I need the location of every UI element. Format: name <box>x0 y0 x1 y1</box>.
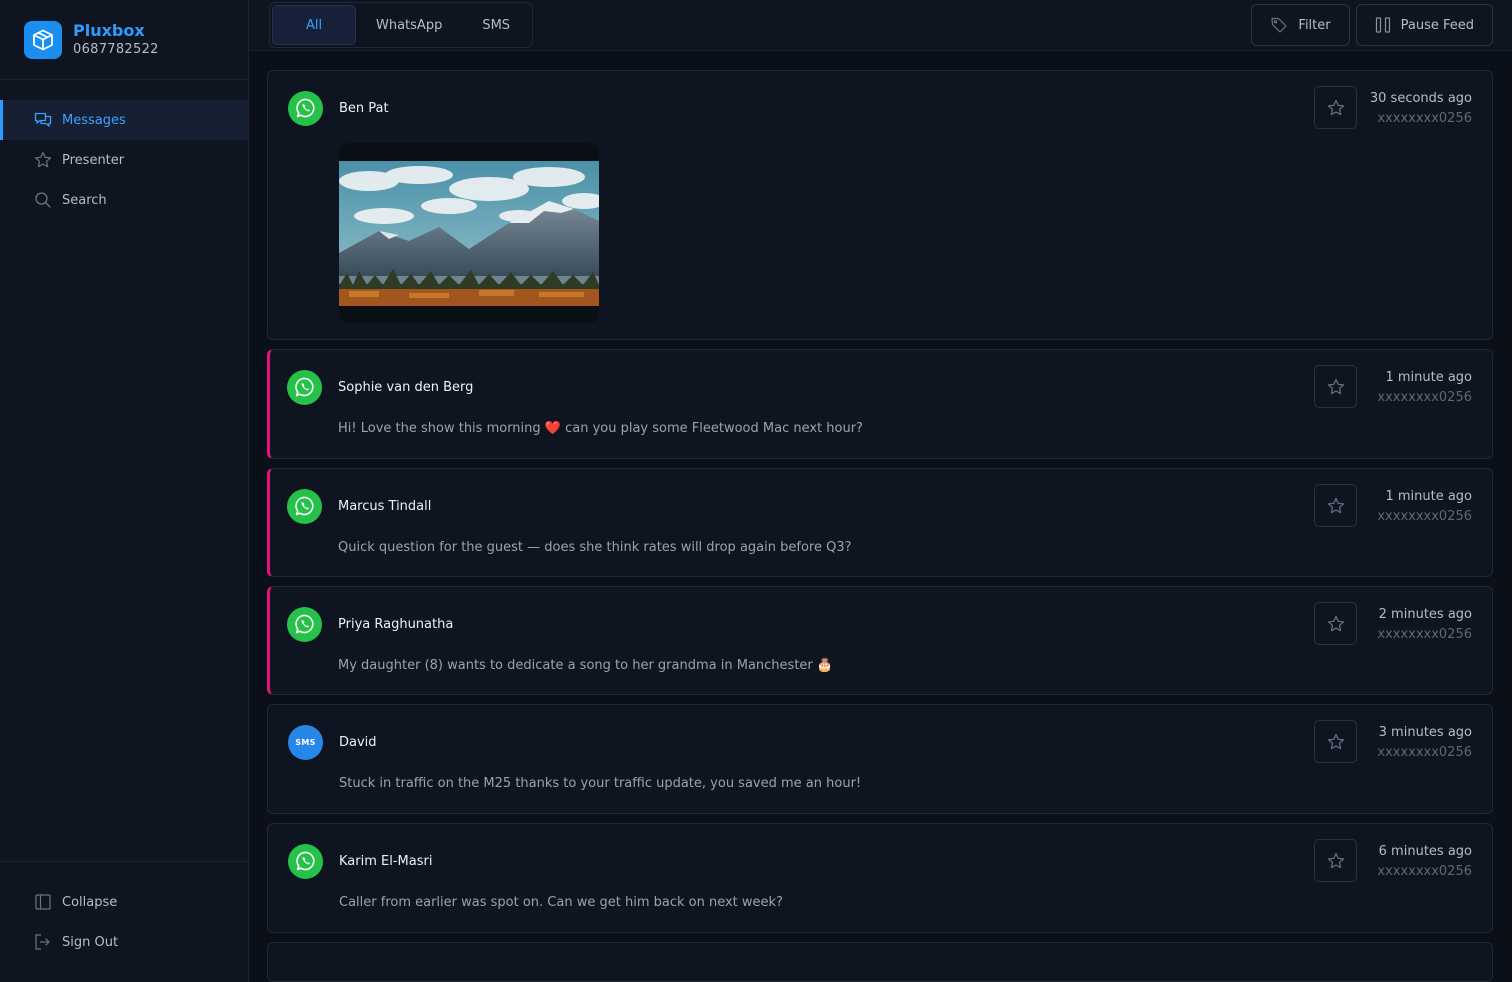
sender-name: Priya Raghunatha <box>338 616 454 632</box>
message-number: xxxxxxxx0256 <box>1377 390 1472 405</box>
sidebar-bottom: Collapse Sign Out <box>0 861 248 962</box>
message-text: My daughter (8) wants to dedicate a song… <box>338 658 834 673</box>
cube-logo-icon <box>24 20 62 59</box>
search-icon <box>34 191 52 209</box>
pause-feed-label: Pause Feed <box>1400 17 1474 33</box>
favorite-button[interactable] <box>1314 86 1357 129</box>
filter-label: Filter <box>1298 17 1331 33</box>
chat-icon <box>34 111 52 129</box>
sign-out-label: Sign Out <box>62 934 119 950</box>
message-card[interactable]: Ben Pat 30 seconds ago xxxxxxxx0256 <box>267 70 1493 340</box>
sms-icon: SMS <box>288 724 323 760</box>
sidebar-item-label: Presenter <box>62 152 125 168</box>
sidebar-item-search[interactable]: Search <box>0 180 248 220</box>
sidebar-nav: Messages Presenter Search <box>0 100 248 220</box>
message-number: xxxxxxxx0256 <box>1377 111 1472 126</box>
message-card[interactable]: Priya Raghunatha My daughter (8) wants t… <box>267 586 1493 695</box>
star-icon <box>34 151 52 169</box>
channel-tabs: All WhatsApp SMS <box>269 2 534 48</box>
sidebar: Pluxbox 0687782522 Messages Presenter Se… <box>0 0 249 982</box>
message-time: 6 minutes ago <box>1378 844 1472 859</box>
sender-name: Ben Pat <box>339 100 389 116</box>
pause-feed-button[interactable]: Pause Feed <box>1355 4 1493 46</box>
whatsapp-icon <box>288 843 323 879</box>
star-icon <box>1327 378 1344 394</box>
main-content: All WhatsApp SMS Filter Pause Feed Ben P… <box>249 0 1512 982</box>
brand: Pluxbox 0687782522 <box>0 0 248 80</box>
message-number: xxxxxxxx0256 <box>1377 864 1472 879</box>
star-icon <box>1327 615 1344 631</box>
message-time: 30 seconds ago <box>1369 91 1472 106</box>
message-time: 1 minute ago <box>1385 489 1472 504</box>
app-root: Pluxbox 0687782522 Messages Presenter Se… <box>0 0 1512 982</box>
message-card[interactable] <box>267 942 1493 982</box>
message-time: 3 minutes ago <box>1378 725 1472 740</box>
landscape-photo <box>339 160 599 306</box>
filter-button[interactable]: Filter <box>1251 4 1350 46</box>
message-card[interactable]: SMS David Stuck in traffic on the M25 th… <box>267 704 1493 814</box>
message-number: xxxxxxxx0256 <box>1377 509 1472 524</box>
brand-phone: 0687782522 <box>73 41 159 57</box>
tab-sms[interactable]: SMS <box>462 5 530 45</box>
favorite-button[interactable] <box>1314 839 1357 882</box>
whatsapp-icon <box>288 90 323 126</box>
toolbar-actions: Filter Pause Feed <box>1251 4 1493 46</box>
tab-whatsapp[interactable]: WhatsApp <box>356 5 462 45</box>
sign-out-icon <box>34 933 52 951</box>
message-text: Caller from earlier was spot on. Can we … <box>339 895 783 910</box>
message-number: xxxxxxxx0256 <box>1377 745 1472 760</box>
topbar: All WhatsApp SMS Filter Pause Feed <box>249 0 1512 51</box>
message-time: 1 minute ago <box>1385 370 1472 385</box>
tag-icon <box>1270 16 1288 34</box>
star-icon <box>1327 733 1344 749</box>
message-image[interactable] <box>339 143 599 323</box>
sender-name: Sophie van den Berg <box>338 379 474 395</box>
star-icon <box>1327 497 1344 513</box>
sidebar-item-label: Messages <box>62 112 126 128</box>
message-text: Stuck in traffic on the M25 thanks to yo… <box>339 776 862 791</box>
message-card[interactable]: Karim El-Masri Caller from earlier was s… <box>267 823 1493 933</box>
favorite-button[interactable] <box>1314 720 1357 763</box>
message-number: xxxxxxxx0256 <box>1377 627 1472 642</box>
sidebar-item-messages[interactable]: Messages <box>0 100 248 140</box>
message-feed: Ben Pat 30 seconds ago xxxxxxxx0256 Soph… <box>249 51 1512 982</box>
pause-icon <box>1375 16 1391 34</box>
star-icon <box>1327 852 1344 868</box>
sidebar-item-presenter[interactable]: Presenter <box>0 140 248 180</box>
sidebar-collapse-icon <box>34 893 52 911</box>
message-time: 2 minutes ago <box>1378 607 1472 622</box>
whatsapp-icon <box>287 369 322 405</box>
collapse-label: Collapse <box>62 894 118 910</box>
whatsapp-icon <box>287 606 322 642</box>
message-text: Quick question for the guest — does she … <box>338 540 852 555</box>
message-text: Hi! Love the show this morning ❤️ can yo… <box>338 421 863 436</box>
sender-name: Karim El-Masri <box>339 853 433 869</box>
star-icon <box>1327 99 1344 115</box>
whatsapp-icon <box>287 488 322 524</box>
sign-out-button[interactable]: Sign Out <box>0 922 248 962</box>
favorite-button[interactable] <box>1314 365 1357 408</box>
tab-all[interactable]: All <box>272 5 356 45</box>
favorite-button[interactable] <box>1314 602 1357 645</box>
brand-name: Pluxbox <box>73 20 145 40</box>
sender-name: David <box>339 734 377 750</box>
favorite-button[interactable] <box>1314 484 1357 527</box>
message-card[interactable]: Sophie van den Berg Hi! Love the show th… <box>267 349 1493 459</box>
collapse-button[interactable]: Collapse <box>0 882 248 922</box>
message-card[interactable]: Marcus Tindall Quick question for the gu… <box>267 468 1493 577</box>
sender-name: Marcus Tindall <box>338 498 432 514</box>
sidebar-item-label: Search <box>62 192 107 208</box>
